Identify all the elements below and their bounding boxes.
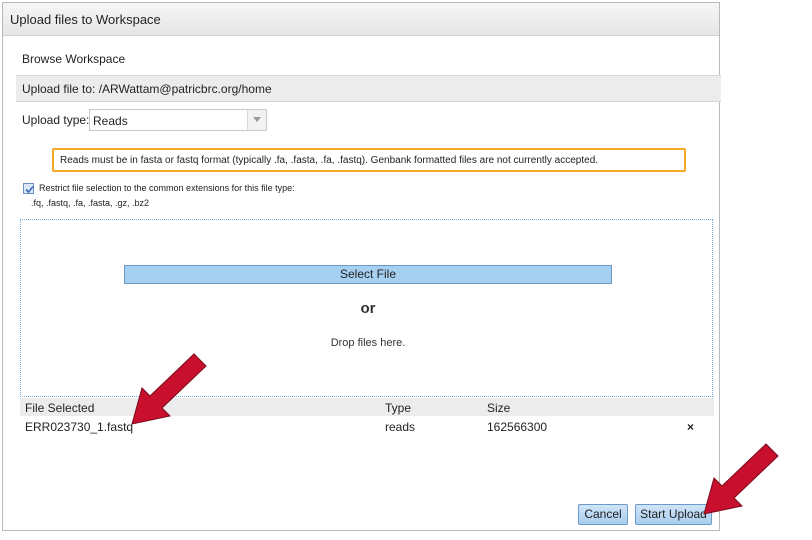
dialog-titlebar: Upload files to Workspace [3,3,719,36]
table-row: ERR023730_1.fastq reads 162566300 × [20,417,714,437]
file-table-header: File Selected Type Size [20,398,714,416]
red-arrow-icon [131,353,207,425]
format-note-text: Reads must be in fasta or fastq format (… [60,155,599,166]
restrict-extensions-checkbox[interactable] [23,183,34,194]
upload-type-select[interactable]: Reads [89,109,267,131]
red-arrow-icon [703,443,779,515]
or-separator: or [360,300,376,317]
upload-type-label: Upload type: [22,113,90,127]
select-file-button[interactable]: Select File [124,265,612,284]
upload-destination-text: Upload file to: /ARWattam@patricbrc.org/… [22,82,272,96]
file-size-cell: 162566300 [487,420,548,434]
file-type-cell: reads [385,420,416,434]
column-file-selected: File Selected [25,401,95,415]
restrict-extensions-label: Restrict file selection to the common ex… [39,183,295,193]
cancel-button[interactable]: Cancel [578,504,628,525]
column-type: Type [385,401,412,415]
checkmark-icon [25,185,34,194]
close-icon[interactable]: × [687,420,694,434]
upload-type-value: Reads [93,114,128,128]
upload-destination-bar: Upload file to: /ARWattam@patricbrc.org/… [16,75,721,102]
browse-workspace-link[interactable]: Browse Workspace [22,52,125,66]
file-name-cell: ERR023730_1.fastq [25,420,134,434]
dialog-title: Upload files to Workspace [10,12,161,27]
drop-files-text: Drop files here. [330,337,406,349]
chevron-down-icon[interactable] [247,110,266,130]
format-note: Reads must be in fasta or fastq format (… [52,148,686,172]
column-size: Size [487,401,511,415]
restrict-extensions-list: .fq, .fastq, .fa, .fasta, .gz, .bz2 [31,198,150,208]
upload-dialog: Upload files to Workspace Browse Workspa… [2,2,721,531]
